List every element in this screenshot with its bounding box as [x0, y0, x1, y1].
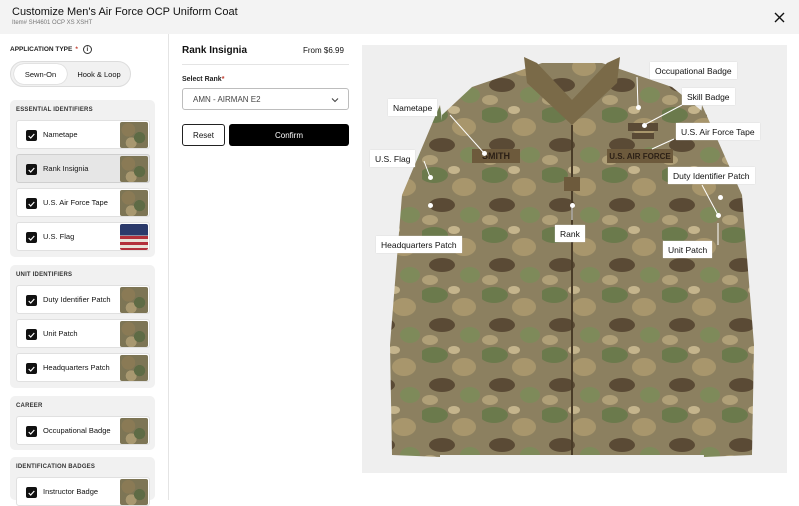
hook-and-loop-option[interactable]: Hook & Loop: [69, 64, 129, 84]
option-label: Instructor Badge: [43, 487, 99, 496]
modal-header: Customize Men's Air Force OCP Uniform Co…: [0, 0, 799, 34]
preview-stage: SMITH U.S. AIR FORCE Occupational Badge …: [362, 45, 787, 473]
option-rank-insignia[interactable]: Rank Insignia: [16, 154, 150, 183]
check-icon: [28, 298, 35, 304]
callout-skill-badge[interactable]: Skill Badge: [682, 88, 735, 105]
group-identification-badges: IDENTIFICATION BADGES Instructor Badge: [10, 457, 155, 506]
callout-us-flag[interactable]: U.S. Flag: [370, 150, 416, 167]
us-flag-thumbnail: [120, 224, 148, 250]
callout-dot: [716, 213, 721, 218]
check-icon: [28, 366, 35, 372]
check-icon: [28, 429, 35, 435]
nametape-thumbnail: [120, 122, 148, 148]
info-icon[interactable]: i: [82, 45, 92, 54]
item-number: Item# SH4601 OCP XS XSHT: [12, 20, 93, 26]
price-label: From $6.99: [303, 46, 344, 55]
checkbox[interactable]: [26, 487, 37, 498]
checkbox[interactable]: [26, 295, 37, 306]
rank-select-value: AMN - AIRMAN E2: [193, 95, 261, 104]
callout-dot: [428, 175, 433, 180]
callout-dot: [718, 195, 723, 200]
option-duty-identifier-patch[interactable]: Duty Identifier Patch: [16, 285, 150, 314]
group-unit-identifiers: UNIT IDENTIFIERS Duty Identifier Patch U…: [10, 265, 155, 388]
air-force-tape-thumbnail: [120, 190, 148, 216]
check-icon: [28, 167, 35, 173]
option-label: Nametape: [43, 130, 78, 139]
check-icon: [28, 490, 35, 496]
checkbox[interactable]: [26, 198, 37, 209]
application-type-label: APPLICATION TYPE * i: [10, 45, 92, 54]
close-icon: [774, 12, 784, 22]
group-title: IDENTIFICATION BADGES: [16, 464, 96, 470]
editor-divider: [182, 64, 349, 65]
close-button[interactable]: [768, 6, 790, 28]
rank-insignia-thumbnail: [120, 156, 148, 182]
callout-rank[interactable]: Rank: [555, 225, 585, 242]
modal-title: Customize Men's Air Force OCP Uniform Co…: [12, 6, 238, 18]
callout-nametape[interactable]: Nametape: [388, 99, 438, 116]
select-rank-label: Select Rank*: [182, 76, 225, 83]
checkbox[interactable]: [26, 329, 37, 340]
callout-dot: [570, 203, 575, 208]
checkbox[interactable]: [26, 164, 37, 175]
reset-button[interactable]: Reset: [182, 124, 225, 146]
option-us-air-force-tape[interactable]: U.S. Air Force Tape: [16, 188, 150, 217]
option-headquarters-patch[interactable]: Headquarters Patch: [16, 353, 150, 382]
callout-duty-identifier-patch[interactable]: Duty Identifier Patch: [668, 167, 755, 184]
group-title: ESSENTIAL IDENTIFIERS: [16, 107, 93, 113]
occupational-badge-thumbnail: [120, 418, 148, 444]
sewn-on-option[interactable]: Sewn-On: [14, 64, 67, 84]
option-label: Duty Identifier Patch: [43, 295, 111, 304]
option-label: Headquarters Patch: [43, 363, 110, 372]
callout-dot: [428, 203, 433, 208]
callout-dot: [636, 105, 641, 110]
option-instructor-badge[interactable]: Instructor Badge: [16, 477, 150, 506]
callout-headquarters-patch[interactable]: Headquarters Patch: [376, 236, 462, 253]
check-icon: [28, 235, 35, 241]
check-icon: [28, 332, 35, 338]
editor-title: Rank Insignia: [182, 45, 248, 56]
checkbox[interactable]: [26, 363, 37, 374]
group-essential-identifiers: ESSENTIAL IDENTIFIERS Nametape Rank Insi…: [10, 100, 155, 257]
checkbox[interactable]: [26, 426, 37, 437]
checkbox[interactable]: [26, 130, 37, 141]
option-label: Unit Patch: [43, 329, 78, 338]
callout-dot: [642, 123, 647, 128]
sidebar-divider: [168, 34, 169, 500]
application-type-toggle: Sewn-On Hook & Loop: [10, 61, 131, 87]
unit-patch-thumbnail: [120, 321, 148, 347]
option-occupational-badge[interactable]: Occupational Badge: [16, 416, 150, 445]
option-label: Occupational Badge: [43, 426, 111, 435]
option-label: U.S. Flag: [43, 232, 75, 241]
headquarters-patch-thumbnail: [120, 355, 148, 381]
chevron-down-icon: [331, 98, 339, 103]
check-icon: [28, 201, 35, 207]
group-career: CAREER Occupational Badge: [10, 396, 155, 450]
group-title: CAREER: [16, 403, 43, 409]
checkbox[interactable]: [26, 232, 37, 243]
option-unit-patch[interactable]: Unit Patch: [16, 319, 150, 348]
instructor-badge-thumbnail: [120, 479, 148, 505]
callout-dot: [482, 151, 487, 156]
group-title: UNIT IDENTIFIERS: [16, 272, 73, 278]
confirm-button[interactable]: Confirm: [229, 124, 349, 146]
check-icon: [28, 133, 35, 139]
duty-identifier-thumbnail: [120, 287, 148, 313]
option-label: U.S. Air Force Tape: [43, 198, 108, 207]
callout-unit-patch[interactable]: Unit Patch: [663, 241, 713, 258]
rank-select[interactable]: AMN - AIRMAN E2: [182, 88, 349, 110]
option-label: Rank Insignia: [43, 164, 89, 173]
callout-us-air-force-tape[interactable]: U.S. Air Force Tape: [676, 123, 760, 140]
option-us-flag[interactable]: U.S. Flag: [16, 222, 150, 251]
option-nametape[interactable]: Nametape: [16, 120, 150, 149]
callout-occupational-badge[interactable]: Occupational Badge: [650, 62, 737, 79]
